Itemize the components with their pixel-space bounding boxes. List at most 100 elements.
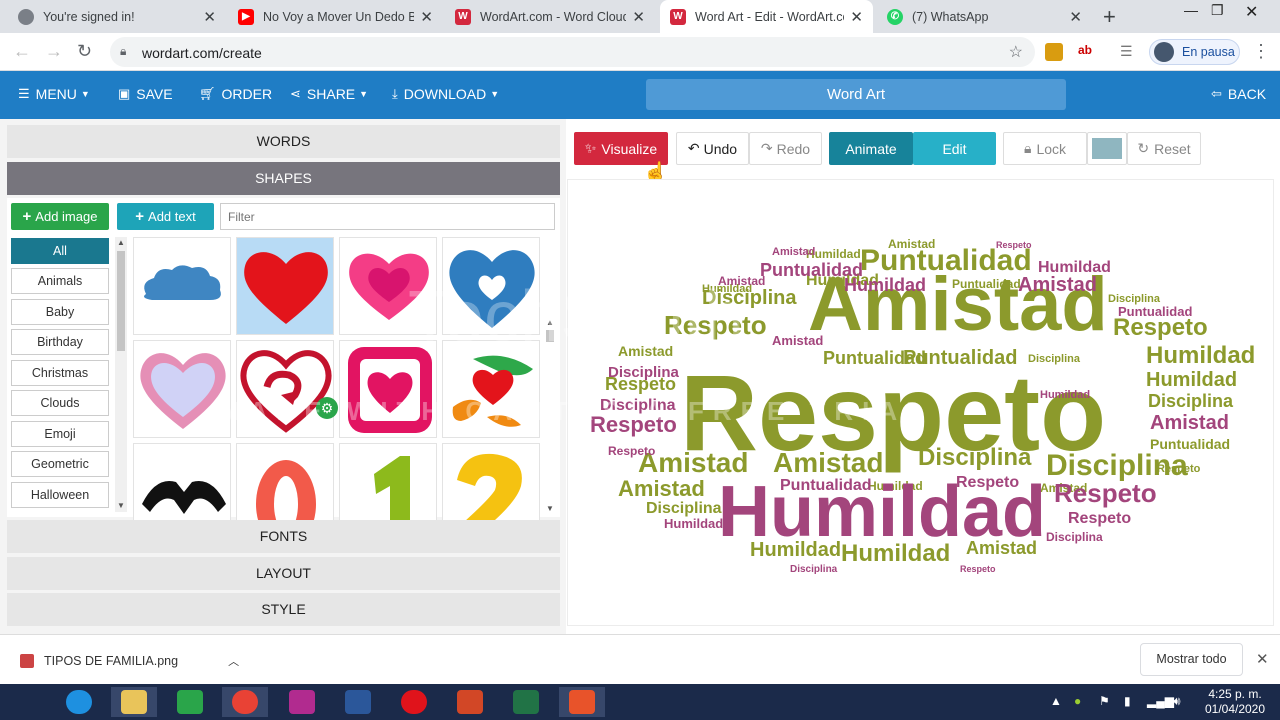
menu-button[interactable]: ☰ MENU ▼ [18,86,90,102]
powerpoint-icon[interactable] [447,687,493,717]
back-arrow-icon[interactable]: ← [13,41,31,62]
tray-app-icon[interactable]: ● [1074,694,1081,708]
redo-icon: ↷ [760,140,773,156]
tray-arrow-icon[interactable]: ▲ [1050,694,1062,708]
browser-tab-active[interactable]: W Word Art - Edit - WordArt.cc ✕ [660,0,873,33]
back-button[interactable]: ⇦ BACK [1211,86,1266,102]
edit-button[interactable]: Edit [913,132,996,165]
left-panel: WORDS SHAPES + Add image + Add text All … [0,119,566,634]
padlock-icon: 🔒︎ [1023,140,1032,156]
volume-icon[interactable]: 🔊︎ [1173,694,1181,709]
network-icon[interactable]: ▂▄▆ [1147,694,1174,708]
profile-button[interactable]: En pausa [1149,39,1240,65]
close-icon[interactable]: ✕ [850,8,863,26]
scroll-up-icon[interactable]: ▲ [117,238,125,247]
scroll-down-icon[interactable]: ▼ [546,504,554,513]
excel-icon[interactable] [503,687,549,717]
category-birthday[interactable]: Birthday [11,329,109,355]
shapes-section-header[interactable]: SHAPES [7,162,560,195]
category-geometric[interactable]: Geometric [11,451,109,477]
filter-input[interactable] [220,203,555,230]
chevron-up-icon[interactable]: ︿ [228,653,239,669]
browser-tab[interactable]: W WordArt.com - Word Cloud ✕ [445,0,655,33]
word-icon[interactable] [335,687,381,717]
category-animals[interactable]: Animals [11,268,109,294]
close-window-icon[interactable]: ✕ [1245,2,1258,22]
more-menu-icon[interactable]: ⋮ [1252,41,1270,62]
save-button[interactable]: ▣ SAVE [118,86,173,102]
close-icon[interactable]: ✕ [203,8,216,26]
heart-shape-icon [244,252,328,324]
new-tab-icon[interactable]: + [1103,4,1116,30]
ie-icon[interactable] [56,687,102,717]
words-section-header[interactable]: WORDS [7,125,560,158]
add-image-button[interactable]: + Add image [11,203,109,230]
download-extension-icon[interactable] [1045,43,1063,61]
close-icon[interactable]: ✕ [1069,8,1082,26]
reset-button[interactable]: ↻ Reset [1127,132,1201,165]
tray-flag-icon[interactable]: ⚑ [1099,694,1110,708]
system-clock[interactable]: 4:25 p. m. 01/04/2020 [1200,687,1270,717]
close-icon[interactable]: ✕ [1256,650,1269,668]
back-label: BACK [1227,86,1267,102]
browser-tab[interactable]: ✆ (7) WhatsApp ✕ [877,0,1092,33]
minimize-icon[interactable]: — [1184,2,1198,18]
layout-section-header[interactable]: LAYOUT [7,557,560,590]
share-button[interactable]: ⋖ SHARE ▼ [290,86,368,102]
camera-icon[interactable] [279,687,325,717]
show-all-button[interactable]: Mostrar todo [1140,643,1243,676]
style-section-header[interactable]: STYLE [7,593,560,626]
category-emoji[interactable]: Emoji [11,421,109,447]
opera-icon[interactable] [391,687,437,717]
shape-tile-heart-red[interactable] [236,237,334,335]
category-clouds[interactable]: Clouds [11,390,109,416]
lock-button[interactable]: 🔒︎ Lock [1003,132,1087,165]
camtasia-icon[interactable] [559,687,605,717]
browser-tab[interactable]: ▶ No Voy a Mover Un Dedo Bl ✕ [228,0,443,33]
color-picker-button[interactable] [1087,132,1127,165]
undo-icon: ↶ [687,140,700,156]
download-button[interactable]: ⤓ DOWNLOAD ▼ [392,86,499,102]
battery-icon[interactable]: ▮ [1124,694,1131,708]
plus-icon: + [22,208,32,225]
reload-icon[interactable]: ↻ [77,41,92,62]
close-icon[interactable]: ✕ [420,8,433,26]
lock-label: Lock [1036,140,1067,157]
bookmark-star-icon[interactable]: ☆ [1009,42,1023,62]
store-icon[interactable] [167,687,213,717]
wordart-canvas[interactable]: Respeto Amistad Puntualidad Amistad Amis… [218,179,1274,626]
fonts-section-header[interactable]: FONTS [7,520,560,553]
reset-icon: ↻ [1137,140,1150,156]
avatar [1154,42,1174,62]
shape-tile-heart-outline[interactable] [133,340,231,438]
adblock-extension-icon[interactable]: ab [1078,43,1096,61]
omnibox[interactable]: 🔒︎ wordart.com/create ☆ [110,37,1035,67]
browser-tab[interactable]: You're signed in! ✕ [8,0,226,33]
scrollbar-thumb[interactable] [117,251,125,351]
forward-arrow-icon[interactable]: → [45,41,63,62]
animate-button[interactable]: Animate [829,132,913,165]
downloads-bar: TIPOS DE FAMILIA.png ︿ Mostrar todo ✕ [0,634,1280,684]
reading-list-icon[interactable]: ☰ [1120,43,1138,61]
scroll-down-icon[interactable]: ▼ [117,501,125,510]
category-scrollbar[interactable]: ▲ ▼ [115,237,127,512]
file-explorer-icon[interactable] [111,687,157,717]
word-amistad: Amistad [1150,412,1229,434]
redo-button[interactable]: ↷ Redo [749,132,822,165]
download-item[interactable]: TIPOS DE FAMILIA.png ︿ [20,653,239,669]
close-icon[interactable]: ✕ [632,8,645,26]
category-christmas[interactable]: Christmas [11,360,109,386]
order-button[interactable]: 🛒︎ ORDER [199,86,272,102]
wordart-icon: W [455,8,471,25]
category-halloween[interactable]: Halloween [11,482,109,508]
floppy-icon: ▣ [118,86,131,101]
chrome-icon[interactable] [222,687,268,717]
maximize-icon[interactable]: ❐ [1211,2,1224,19]
add-text-button[interactable]: + Add text [117,203,214,230]
undo-button[interactable]: ↶ Undo [676,132,749,165]
word-amistad: Amistad [618,476,705,501]
shape-tile-cloud[interactable] [133,237,231,335]
category-baby[interactable]: Baby [11,299,109,325]
category-all[interactable]: All [11,238,109,264]
wordart-title-input[interactable]: Word Art [646,79,1066,110]
